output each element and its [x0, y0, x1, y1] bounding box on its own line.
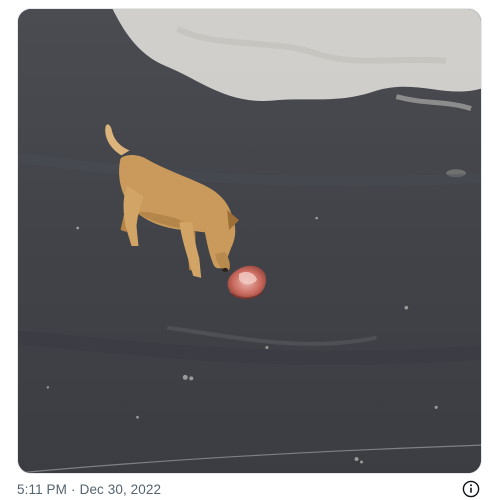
tweet-post: 5:11 PM · Dec 30, 2022	[0, 0, 500, 500]
post-timestamp[interactable]: 5:11 PM · Dec 30, 2022	[17, 482, 161, 497]
post-photo[interactable]	[17, 8, 482, 474]
post-date: Dec 30, 2022	[79, 481, 162, 497]
timestamp-separator: ·	[70, 481, 76, 497]
post-time: 5:11 PM	[17, 481, 67, 497]
info-icon[interactable]	[462, 480, 480, 498]
post-meta-row: 5:11 PM · Dec 30, 2022	[17, 478, 482, 500]
photo-canvas	[18, 9, 481, 473]
info-circle-icon	[462, 480, 480, 498]
